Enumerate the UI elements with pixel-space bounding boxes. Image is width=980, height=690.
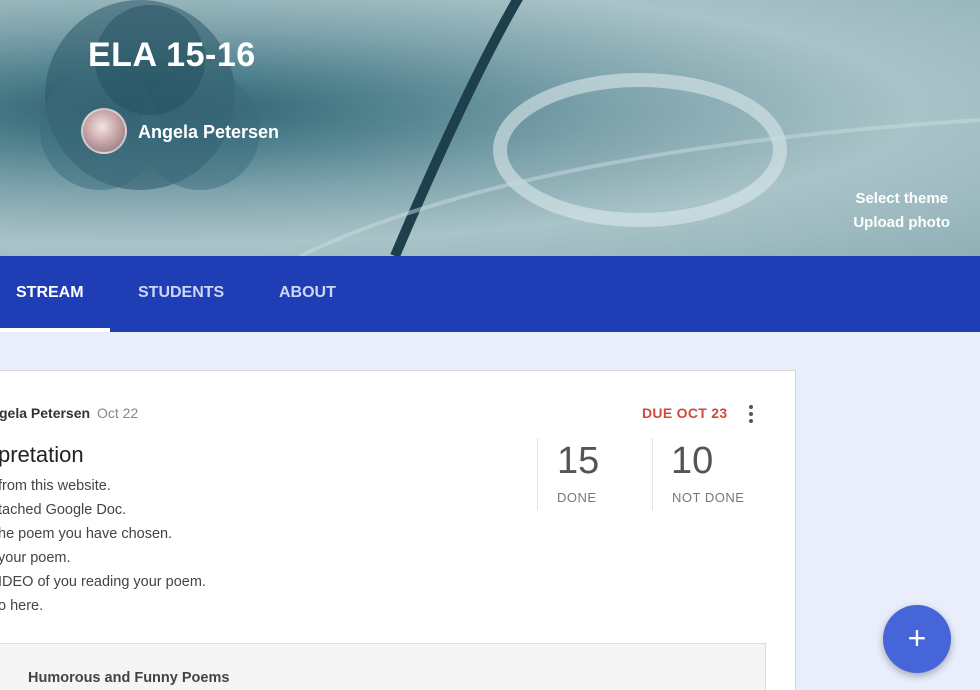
post-author: gela Petersen <box>0 405 91 421</box>
plus-icon: + <box>907 620 927 656</box>
description-line: o here. <box>0 598 44 614</box>
class-banner: ELA 15-16 Angela Petersen Select theme U… <box>0 0 980 256</box>
done-count[interactable]: 15 <box>557 440 599 483</box>
stat-divider <box>652 438 653 510</box>
description-line: he poem you have chosen. <box>0 526 173 542</box>
description-line: tached Google Doc. <box>0 502 127 518</box>
due-date: DUE OCT 23 <box>642 405 728 421</box>
class-title: ELA 15-16 <box>88 36 256 74</box>
tab-students[interactable]: STUDENTS <box>138 256 224 332</box>
stat-divider <box>537 438 538 510</box>
teacher-name: Angela Petersen <box>138 122 280 142</box>
attachment-title[interactable]: Humorous and Funny Poems <box>28 670 229 686</box>
tab-about[interactable]: ABOUT <box>279 256 336 332</box>
post-date: Oct 22 <box>97 405 139 421</box>
not-done-label: NOT DONE <box>672 490 745 505</box>
active-tab-indicator <box>0 328 110 332</box>
assignment-title[interactable]: pretation <box>0 442 84 468</box>
done-label: DONE <box>557 490 597 505</box>
teacher-avatar <box>81 108 127 154</box>
tab-bar: STREAM STUDENTS ABOUT <box>0 256 980 332</box>
upload-photo-link[interactable]: Upload photo <box>853 214 950 231</box>
more-options-icon[interactable] <box>744 403 758 425</box>
assignment-description: from this website. tached Google Doc. he… <box>0 474 206 618</box>
select-theme-link[interactable]: Select theme <box>855 190 948 207</box>
description-line: from this website. <box>0 478 111 494</box>
description-line: IDEO of you reading your poem. <box>0 574 206 590</box>
description-line: your poem. <box>0 550 71 566</box>
add-button[interactable]: + <box>883 605 951 673</box>
tab-stream[interactable]: STREAM <box>16 256 84 332</box>
not-done-count[interactable]: 10 <box>671 440 713 483</box>
